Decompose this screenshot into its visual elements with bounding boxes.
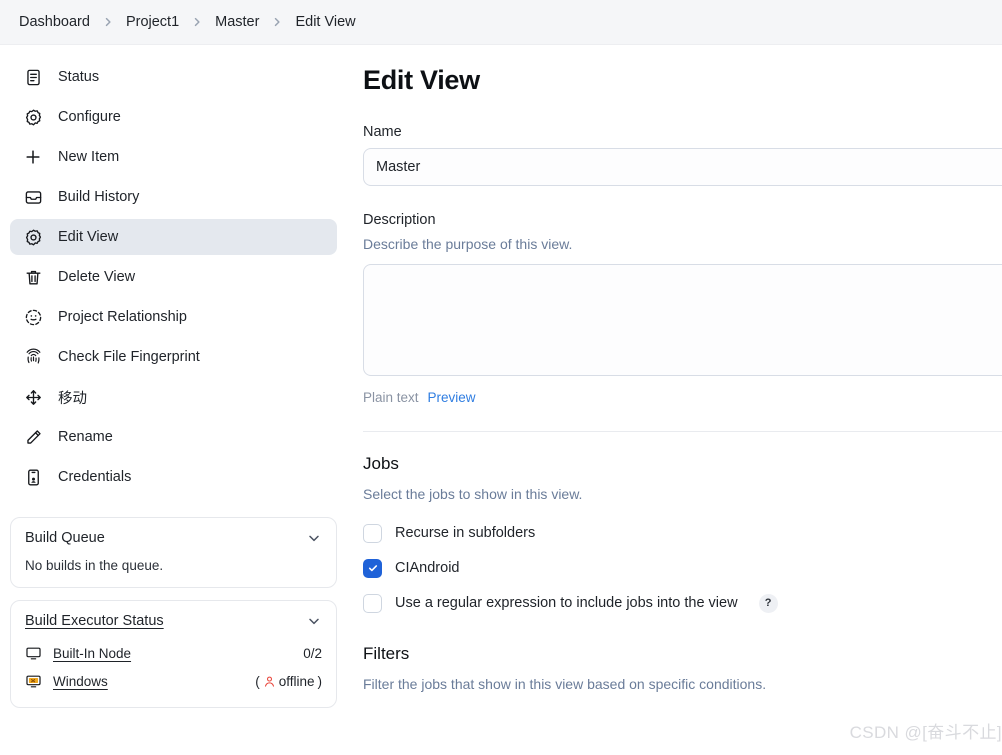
sidebar-item-label: Configure (58, 109, 121, 125)
checkbox-label: CIAndroid (395, 560, 460, 576)
description-label: Description (363, 212, 436, 228)
build-queue-empty-message: No builds in the queue. (25, 558, 164, 573)
breadcrumb-item-edit-view[interactable]: Edit View (288, 10, 362, 34)
executor-name[interactable]: Built-In Node (53, 646, 131, 661)
sidebar-item-label: Delete View (58, 269, 136, 285)
executor-value: ( offline ) (255, 674, 322, 689)
main-content: Edit View Name Description Describe the … (347, 45, 1002, 755)
checkbox-row-recurse-in-subfolders[interactable]: Recurse in subfolders (363, 518, 1002, 548)
sidebar-item-new-item[interactable]: New Item (10, 139, 337, 175)
offline-text: offline (278, 673, 315, 689)
gear-icon (22, 226, 44, 248)
breadcrumb: Dashboard Project1 Master Edit View (0, 0, 1002, 45)
filters-title: Filters (363, 644, 410, 663)
jobs-title: Jobs (363, 454, 399, 473)
filters-hint: Filter the jobs that show in this view b… (363, 676, 767, 692)
jobs-hint: Select the jobs to show in this view. (363, 486, 583, 502)
checkbox-label: Recurse in subfolders (395, 525, 536, 541)
jobs-section: Jobs Select the jobs to show in this vie… (363, 454, 1002, 618)
sidebar: Status Configure New Item Build History (0, 45, 347, 720)
build-executor-status-title[interactable]: Build Executor Status (25, 613, 164, 629)
page-title: Edit View (363, 65, 480, 95)
description-hint: Describe the purpose of this view. (363, 236, 573, 252)
sidebar-item-label: Build History (58, 189, 140, 205)
description-format-row: Plain text Preview (363, 390, 1002, 405)
fingerprint-icon (22, 346, 44, 368)
chevron-right-icon (188, 16, 206, 28)
sidebar-item-edit-view[interactable]: Edit View (10, 219, 337, 255)
sidebar-item-rename[interactable]: Rename (10, 419, 337, 455)
gear-icon (22, 106, 44, 128)
person-icon (263, 675, 276, 688)
sidebar-item-label: Credentials (58, 469, 132, 485)
checkbox-label: Use a regular expression to include jobs… (395, 595, 738, 611)
chevron-down-icon[interactable] (306, 613, 322, 629)
archive-icon (22, 186, 44, 208)
build-queue-header[interactable]: Build Queue (25, 530, 322, 546)
checkbox-row-use-regex[interactable]: Use a regular expression to include jobs… (363, 588, 1002, 618)
sidebar-item-project-relationship[interactable]: Project Relationship (10, 299, 337, 335)
chevron-right-icon (268, 16, 286, 28)
help-icon[interactable]: ? (758, 593, 778, 613)
offline-paren-close: ) (317, 673, 323, 689)
move-arrows-icon (22, 386, 44, 408)
plain-text-label: Plain text (363, 390, 419, 405)
executor-name[interactable]: Windows (53, 674, 108, 689)
breadcrumb-item-master[interactable]: Master (208, 10, 266, 34)
checkbox-use-regex[interactable] (363, 593, 382, 613)
sidebar-item-label: Project Relationship (58, 309, 187, 325)
trash-icon (22, 266, 44, 288)
checkbox-recurse-in-subfolders[interactable] (363, 523, 382, 543)
computer-error-icon (25, 672, 43, 690)
id-card-icon (22, 466, 44, 488)
sidebar-item-label: Edit View (58, 229, 119, 245)
breadcrumb-item-project1[interactable]: Project1 (119, 10, 186, 34)
name-field-group: Name (363, 124, 1002, 186)
sidebar-item-label: New Item (58, 149, 120, 165)
executor-row[interactable]: Windows ( offline ) (25, 667, 322, 695)
executor-row[interactable]: Built-In Node 0/2 (25, 639, 322, 667)
build-executor-status-header[interactable]: Build Executor Status (25, 613, 322, 629)
sidebar-item-build-history[interactable]: Build History (10, 179, 337, 215)
computer-icon (25, 644, 43, 662)
description-textarea[interactable] (363, 264, 1002, 376)
breadcrumb-item-dashboard[interactable]: Dashboard (12, 10, 97, 34)
sidebar-item-label: Check File Fingerprint (58, 349, 200, 365)
build-queue-title: Build Queue (25, 530, 105, 546)
sidebar-item-label: Status (58, 69, 100, 85)
sidebar-item-label: Rename (58, 429, 113, 445)
watermark: CSDN @[奋斗不止] (849, 723, 1002, 742)
dashed-circle-icon (22, 306, 44, 328)
description-field-group: Description Describe the purpose of this… (363, 212, 1002, 405)
section-divider (363, 431, 1002, 432)
name-input[interactable] (363, 148, 1002, 186)
build-executor-status-panel: Build Executor Status Built-In Node 0/2 … (10, 600, 337, 708)
chevron-down-icon[interactable] (306, 530, 322, 546)
pencil-icon (22, 426, 44, 448)
sidebar-item-delete-view[interactable]: Delete View (10, 259, 337, 295)
build-queue-panel: Build Queue No builds in the queue. (10, 517, 337, 588)
document-icon (22, 66, 44, 88)
sidebar-item-label: 移动 (58, 390, 87, 407)
sidebar-item-move[interactable]: 移动 (10, 379, 337, 415)
checkbox-ciandroid[interactable] (363, 558, 382, 578)
plus-icon (22, 146, 44, 168)
offline-paren-open: ( (255, 673, 260, 689)
sidebar-item-credentials[interactable]: Credentials (10, 459, 337, 495)
sidebar-item-status[interactable]: Status (10, 59, 337, 95)
checkbox-row-ciandroid[interactable]: CIAndroid (363, 553, 1002, 583)
name-label: Name (363, 124, 402, 140)
preview-link[interactable]: Preview (428, 390, 476, 405)
filters-section: Filters Filter the jobs that show in thi… (363, 644, 1002, 692)
sidebar-item-check-file-fingerprint[interactable]: Check File Fingerprint (10, 339, 337, 375)
chevron-right-icon (99, 16, 117, 28)
executor-value: 0/2 (303, 645, 322, 661)
sidebar-item-configure[interactable]: Configure (10, 99, 337, 135)
